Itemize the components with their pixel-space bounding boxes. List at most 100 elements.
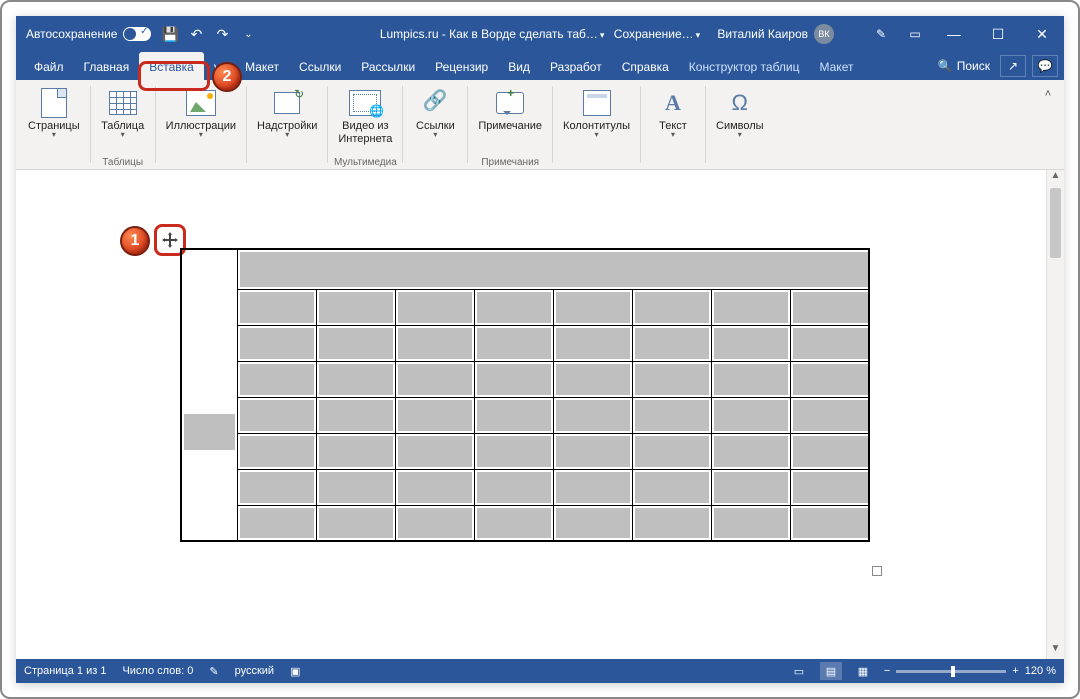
autosave-toggle[interactable]: ✓ (123, 27, 151, 41)
table-cell[interactable] (316, 289, 395, 325)
close-button[interactable]: ✕ (1020, 16, 1064, 52)
table-row[interactable] (181, 433, 869, 469)
table-cell[interactable] (632, 505, 711, 541)
table-cell[interactable] (553, 397, 632, 433)
ribbon-display-icon[interactable]: ▭ (898, 16, 932, 52)
table-cell[interactable] (237, 289, 316, 325)
table-cell[interactable] (553, 325, 632, 361)
table-cell[interactable] (553, 433, 632, 469)
qat-customize-icon[interactable]: ⌄ (239, 25, 257, 43)
table-row[interactable] (181, 397, 869, 433)
vertical-scrollbar[interactable]: ▲ ▼ (1046, 170, 1064, 659)
redo-icon[interactable]: ↷ (213, 25, 231, 43)
table-row[interactable] (181, 289, 869, 325)
table-cell[interactable] (237, 361, 316, 397)
table-cell[interactable] (474, 397, 553, 433)
table-cell[interactable] (395, 361, 474, 397)
tab-review[interactable]: Рецензир (425, 52, 498, 80)
illustrations-button[interactable]: Иллюстрации▾ (160, 84, 242, 137)
table-cell[interactable] (395, 505, 474, 541)
zoom-level[interactable]: 120 % (1025, 665, 1056, 677)
page-canvas[interactable]: 1 (16, 170, 1046, 659)
table-cell[interactable] (395, 433, 474, 469)
table-cell[interactable] (553, 469, 632, 505)
table-cell[interactable] (316, 397, 395, 433)
pages-button[interactable]: Страницы▾ (22, 84, 86, 137)
word-count[interactable]: Число слов: 0 (122, 665, 193, 677)
maximize-button[interactable]: ☐ (976, 16, 1020, 52)
zoom-in-icon[interactable]: + (1012, 665, 1018, 677)
table-cell[interactable] (474, 433, 553, 469)
online-video-button[interactable]: Видео из Интернета (332, 84, 398, 145)
table-cell[interactable] (790, 397, 869, 433)
table-cell[interactable] (711, 325, 790, 361)
share-button[interactable]: ↗ (1000, 55, 1026, 77)
table-cell[interactable] (474, 505, 553, 541)
table-cell[interactable] (237, 469, 316, 505)
tab-table-layout[interactable]: Макет (810, 52, 864, 80)
table-cell[interactable] (181, 249, 237, 541)
table-cell[interactable] (316, 325, 395, 361)
tab-table-design[interactable]: Конструктор таблиц (679, 52, 810, 80)
table-cell[interactable] (553, 289, 632, 325)
table-cell[interactable] (553, 505, 632, 541)
zoom-control[interactable]: − + 120 % (884, 665, 1056, 677)
tab-help[interactable]: Справка (612, 52, 679, 80)
tab-references[interactable]: Ссылки (289, 52, 351, 80)
table-cell[interactable] (237, 325, 316, 361)
comments-toggle-button[interactable]: 💬 (1032, 55, 1058, 77)
view-print-button[interactable]: ▤ (820, 662, 842, 680)
table-cell[interactable] (316, 505, 395, 541)
table-cell[interactable] (790, 361, 869, 397)
table-cell[interactable] (395, 289, 474, 325)
undo-icon[interactable]: ↶ (187, 25, 205, 43)
tab-mailings[interactable]: Рассылки (351, 52, 425, 80)
table-cell[interactable] (711, 397, 790, 433)
tab-view[interactable]: Вид (498, 52, 540, 80)
table-cell[interactable] (474, 469, 553, 505)
collapse-ribbon-icon[interactable]: ˄ (1038, 84, 1058, 104)
word-table[interactable] (180, 248, 870, 542)
zoom-slider[interactable] (896, 670, 1006, 673)
addins-button[interactable]: Надстройки▾ (251, 84, 323, 137)
table-row[interactable] (181, 505, 869, 541)
table-button[interactable]: Таблица▾ (95, 84, 151, 137)
search-box[interactable]: 🔍 Поиск (934, 59, 994, 73)
symbols-button[interactable]: Ω Символы▾ (710, 84, 770, 137)
table-cell[interactable] (711, 433, 790, 469)
table-row[interactable] (181, 325, 869, 361)
table-cell[interactable] (316, 469, 395, 505)
tab-file[interactable]: Файл (24, 52, 74, 80)
table-resize-handle[interactable] (872, 566, 882, 576)
table-cell[interactable] (474, 289, 553, 325)
scroll-down-icon[interactable]: ▼ (1047, 643, 1064, 659)
avatar[interactable]: ВК (814, 24, 834, 44)
table-cell[interactable] (553, 361, 632, 397)
headers-footers-button[interactable]: Колонтитулы▾ (557, 84, 636, 137)
table-cell[interactable] (632, 469, 711, 505)
table-row[interactable] (181, 361, 869, 397)
macro-recording-icon[interactable]: ▣ (290, 665, 300, 678)
table-cell[interactable] (632, 397, 711, 433)
table-cell[interactable] (632, 433, 711, 469)
table-cell[interactable] (474, 361, 553, 397)
table-cell[interactable] (711, 505, 790, 541)
table-cell[interactable] (632, 325, 711, 361)
tab-layout[interactable]: Макет (235, 52, 289, 80)
table-cell[interactable] (395, 469, 474, 505)
table-cell[interactable] (316, 433, 395, 469)
table-cell[interactable] (790, 433, 869, 469)
table-cell[interactable] (711, 469, 790, 505)
minimize-button[interactable]: — (932, 16, 976, 52)
table-cell[interactable] (711, 289, 790, 325)
table-cell[interactable] (395, 325, 474, 361)
proofing-icon[interactable]: ✎ (209, 665, 218, 678)
zoom-out-icon[interactable]: − (884, 665, 890, 677)
table-cell[interactable] (237, 249, 869, 289)
page-indicator[interactable]: Страница 1 из 1 (24, 665, 106, 677)
comment-button[interactable]: + Примечание (472, 84, 548, 133)
tab-home[interactable]: Главная (74, 52, 140, 80)
table-cell[interactable] (632, 289, 711, 325)
pen-input-icon[interactable]: ✎ (864, 16, 898, 52)
view-web-button[interactable]: ▦ (852, 662, 874, 680)
